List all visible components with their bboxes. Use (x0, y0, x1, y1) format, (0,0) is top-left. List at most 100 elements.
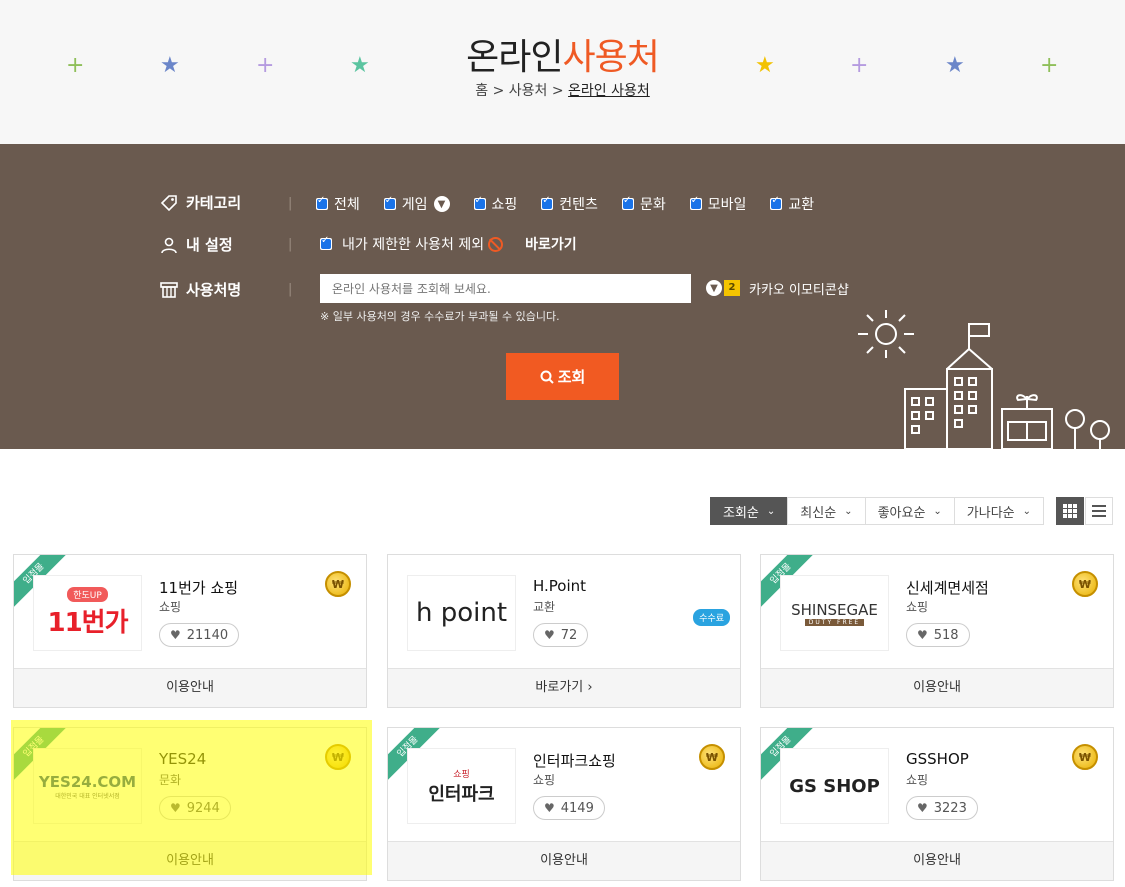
store-card[interactable]: h point H.Point 교환 ♥ 72 수수료 바로가기 › (387, 554, 741, 708)
like-count: 9244 (186, 800, 220, 816)
exclude-label: 내가 제한한 사용처 제외 (342, 237, 485, 253)
sort-label: 가나다순 (966, 505, 1015, 521)
checkbox-label: 컨텐츠 (559, 197, 598, 213)
my-setting-row: 내가 제한한 사용처 제외 바로가기 (320, 234, 577, 254)
checkbox[interactable] (316, 195, 328, 210)
like-button[interactable]: ♥ 518 (906, 623, 970, 647)
search-icon (540, 370, 554, 384)
logo-text: 인터파크 (428, 783, 495, 805)
store-logo: 쇼핑 인터파크 (407, 748, 516, 824)
store-category: 쇼핑 (533, 773, 556, 787)
breadcrumb-level1[interactable]: 사용처 (509, 83, 548, 99)
card-footer-button[interactable]: 바로가기 › (388, 668, 740, 707)
coin-icon: ₩ (1072, 571, 1098, 597)
ban-icon (488, 236, 504, 252)
category-label: 카테고리 (186, 194, 242, 212)
sort-label: 조회순 (723, 505, 759, 521)
coin-icon: ₩ (1072, 744, 1098, 770)
grid-icon (1063, 504, 1077, 518)
checkbox-label: 모바일 (707, 197, 747, 213)
store-name[interactable]: 11번가 쇼핑 (159, 577, 238, 598)
logo-text: GS SHOP (789, 775, 880, 797)
like-button[interactable]: ♥ 21140 (159, 623, 240, 647)
like-button[interactable]: ♥ 72 (533, 623, 589, 647)
category-checkbox-all[interactable]: 전체 (316, 194, 360, 214)
category-checkbox-mobile[interactable]: 모바일 (689, 194, 747, 214)
checkbox[interactable] (473, 195, 486, 210)
title-part2: 사용처 (562, 37, 660, 78)
store-name[interactable]: YES24 (159, 750, 206, 768)
like-count: 72 (560, 627, 578, 643)
checkbox-label: 쇼핑 (491, 197, 518, 213)
fee-badge: 수수료 (693, 609, 730, 626)
chevron-down-icon[interactable]: ▼ (433, 196, 450, 212)
checkbox[interactable] (689, 195, 702, 210)
logo-text: SHINSEGAE (791, 600, 878, 619)
sort-likes[interactable]: 좋아요순 ⌄ (864, 497, 955, 525)
list-icon (1092, 505, 1106, 517)
search-button[interactable]: 조회 (506, 353, 619, 400)
page-title: 온라인사용처 (0, 28, 1125, 80)
category-checkbox-game[interactable]: 게임 ▼ (383, 194, 450, 214)
card-footer-button[interactable]: 이용안내 (761, 668, 1113, 707)
like-count: 518 (933, 627, 959, 643)
store-card[interactable]: 입점몰 YES24.COM 대한민국 대표 인터넷서점 YES24 문화 ♥ 92… (13, 727, 367, 881)
search-button-label: 조회 (557, 368, 586, 386)
like-button[interactable]: ♥ 3223 (906, 796, 978, 820)
coin-icon: ₩ (699, 744, 725, 770)
category-checkbox-exchange[interactable]: 교환 (770, 194, 814, 214)
heart-icon: ♥ (170, 628, 181, 642)
checkbox[interactable] (383, 195, 396, 210)
checkbox[interactable] (770, 195, 783, 210)
name-label: 사용처명 (186, 281, 242, 299)
grid-view-button[interactable] (1056, 497, 1084, 525)
checkbox[interactable] (541, 195, 554, 210)
heart-icon: ♥ (917, 628, 928, 642)
store-category: 쇼핑 (159, 600, 182, 614)
card-footer-button[interactable]: 이용안내 (14, 668, 366, 707)
store-card[interactable]: 입점몰 쇼핑 인터파크 인터파크쇼핑 쇼핑 ♥ 4149 ₩ 이용안내 (387, 727, 741, 881)
logo-sub: 대한민국 대표 인터넷서점 (55, 792, 120, 800)
store-card[interactable]: 입점몰 GS SHOP GSSHOP 쇼핑 ♥ 3223 ₩ 이용안내 (760, 727, 1114, 881)
checkbox-label: 게임 (401, 197, 428, 213)
divider: | (288, 237, 293, 252)
card-footer-button[interactable]: 이용안내 (761, 841, 1113, 880)
sort-alphabetical[interactable]: 가나다순 ⌄ (953, 497, 1045, 525)
chevron-down-icon[interactable]: ▼ (706, 280, 722, 296)
like-button[interactable]: ♥ 9244 (159, 796, 231, 820)
search-input[interactable] (320, 274, 691, 303)
card-footer-button[interactable]: 이용안내 (14, 841, 366, 880)
breadcrumb-current[interactable]: 온라인 사용처 (568, 83, 650, 99)
store-name[interactable]: GSSHOP (906, 750, 969, 768)
breadcrumb-home[interactable]: 홈 (475, 83, 488, 99)
logo-text: YES24.COM (38, 772, 137, 791)
logo-sub: 쇼핑 (453, 769, 470, 780)
store-card[interactable]: 입점몰 SHINSEGAE DUTY FREE 신세계면세점 쇼핑 ♥ 518 ₩… (760, 554, 1114, 708)
checkbox[interactable] (621, 195, 634, 210)
category-checkbox-culture[interactable]: 문화 (621, 194, 666, 214)
category-checkbox-contents[interactable]: 컨텐츠 (541, 194, 598, 214)
list-view-button[interactable] (1085, 497, 1113, 525)
sort-views[interactable]: 조회순 ⌄ (710, 497, 789, 525)
store-category: 쇼핑 (906, 773, 929, 787)
breadcrumb-separator: > (492, 83, 505, 99)
card-footer-button[interactable]: 이용안내 (388, 841, 740, 880)
coin-icon: ₩ (325, 744, 351, 770)
category-checkbox-shopping[interactable]: 쇼핑 (473, 194, 518, 214)
store-name[interactable]: 신세계면세점 (906, 577, 989, 598)
goto-link[interactable]: 바로가기 (525, 234, 577, 254)
checkbox-label: 전체 (334, 197, 360, 213)
store-logo: h point (407, 575, 516, 651)
divider: | (288, 282, 293, 297)
sort-newest[interactable]: 최신순 ⌄ (787, 497, 866, 525)
store-name[interactable]: H.Point (533, 577, 586, 595)
like-button[interactable]: ♥ 4149 (533, 796, 605, 820)
exclude-checkbox[interactable] (320, 235, 332, 250)
store-card[interactable]: 입점몰 한도UP 11번가 11번가 쇼핑 쇼핑 ♥ 21140 ₩ 이용안내 (13, 554, 367, 708)
store-name[interactable]: 인터파크쇼핑 (533, 750, 616, 771)
my-setting-label: 내 설정 (186, 236, 233, 254)
tag-icon (160, 194, 177, 211)
logo-text: h point (415, 598, 508, 628)
store-logo: YES24.COM 대한민국 대표 인터넷서점 (33, 748, 142, 824)
kakao-suggestion[interactable]: 카카오 이모티콘샵 (749, 279, 849, 298)
